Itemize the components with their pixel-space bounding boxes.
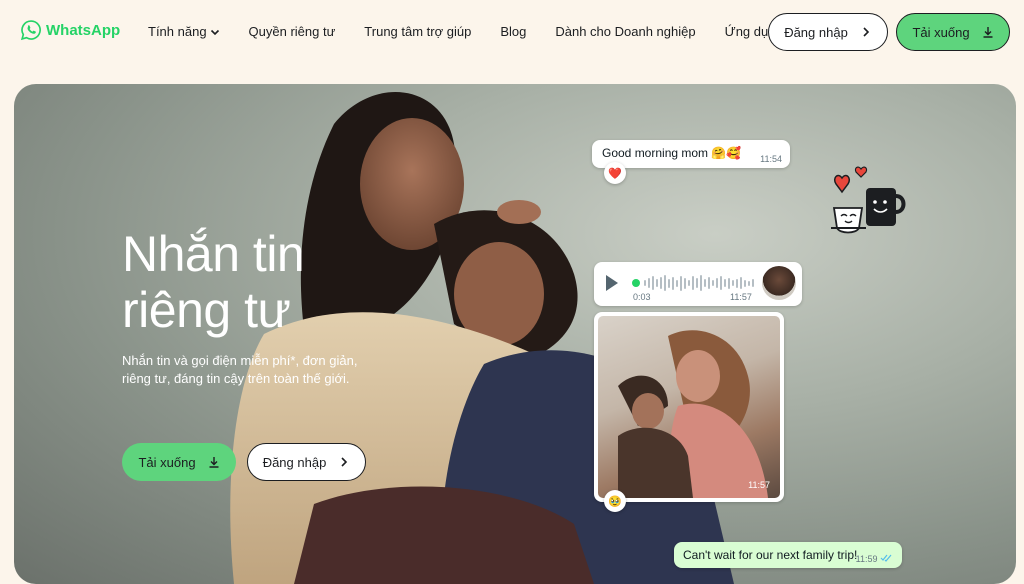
message-text: Good morning mom 🤗🥰 [602,146,742,160]
download-icon [209,457,219,468]
hero-login-label: Đăng nhập [262,454,327,470]
coffee-cups-sticker-icon [831,166,906,234]
playback-position-dot[interactable] [632,279,640,287]
heart-reaction-icon: ❤️ [604,162,626,184]
voice-waveform [644,274,754,292]
double-check-icon [880,554,892,562]
shared-photo-image [618,330,768,498]
nav-item-features[interactable]: Tính năng [148,24,220,39]
shared-photo[interactable]: 11:57 [598,316,780,498]
nav-item-privacy[interactable]: Quyền riêng tư [249,24,336,39]
whatsapp-logo-icon [20,20,41,41]
chat-bubble-family-trip: Can't wait for our next family trip! 11:… [674,542,902,568]
download-icon [983,27,993,38]
nav-item-business[interactable]: Dành cho Doanh nghiệp [555,24,695,39]
chevron-right-icon [863,27,869,37]
message-text: Can't wait for our next family trip! [683,548,858,562]
brand-name: WhatsApp [46,21,121,39]
login-button-label: Đăng nhập [784,24,848,40]
sender-avatar [762,266,796,300]
teary-smile-reaction-icon: 🥹 [604,490,626,512]
login-button[interactable]: Đăng nhập [768,13,888,51]
nav-links: Tính năng Quyền riêng tư Trung tâm trợ g… [148,24,783,39]
whatsapp-logo[interactable]: WhatsApp [20,19,120,41]
hero-login-button[interactable]: Đăng nhập [247,443,366,481]
message-time: 11:59 [855,554,878,564]
download-button-label: Tải xuống [912,24,970,40]
nav-item-label: Trung tâm trợ giúp [364,24,472,39]
nav-item-label: Tính năng [148,24,207,39]
nav-item-label: Dành cho Doanh nghiệp [555,24,696,39]
hero-title-line1: Nhắn tin [122,226,305,282]
hero-title: Nhắn tin riêng tư [122,226,305,338]
nav-item-help-center[interactable]: Trung tâm trợ giúp [364,24,471,39]
photo-message-bubble: 11:57 [594,312,784,502]
voice-elapsed: 0:03 [633,292,651,302]
message-time: 11:54 [760,154,782,164]
hero-title-line2: riêng tư [122,282,291,338]
message-time: 11:57 [730,292,752,302]
message-time-with-read-receipt: 11:59 [856,554,892,564]
hero-section: Nhắn tin riêng tư Nhắn tin và gọi điện m… [14,84,1016,584]
voice-message-bubble: 0:03 11:57 [594,262,802,306]
download-button[interactable]: Tải xuống [896,13,1010,51]
message-time: 11:57 [748,480,770,490]
hero-download-label: Tải xuống [138,454,196,470]
play-icon[interactable] [606,275,618,291]
hero-download-button[interactable]: Tải xuống [122,443,236,481]
top-navigation: WhatsApp Tính năng Quyền riêng tư Trung … [0,0,1024,64]
nav-item-label: Quyền riêng tư [248,24,336,39]
nav-item-label: Blog [500,24,527,39]
chevron-right-icon [341,457,348,467]
nav-item-blog[interactable]: Blog [500,24,526,39]
chevron-down-icon [210,29,219,35]
hero-subtitle: Nhắn tin và gọi điện miễn phí*, đơn giản… [122,353,358,386]
